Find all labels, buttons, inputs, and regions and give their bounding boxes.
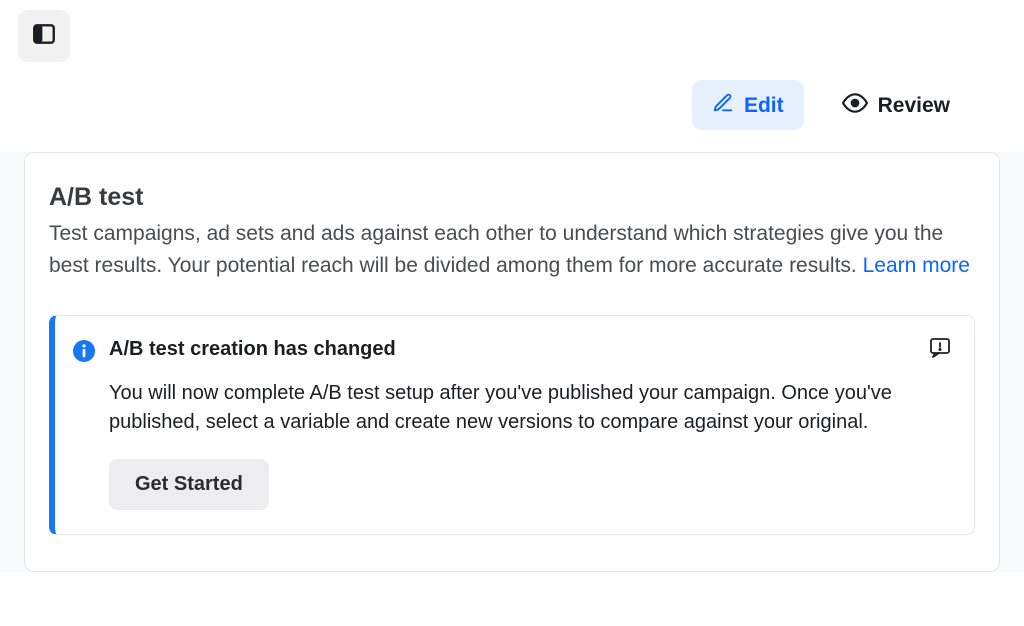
edit-tab[interactable]: Edit [692, 80, 804, 130]
ab-test-panel: A/B test Test campaigns, ad sets and ads… [24, 152, 1000, 572]
edit-label: Edit [744, 95, 784, 116]
section-title: A/B test [49, 183, 975, 212]
info-card: A/B test creation has changed You will n… [49, 315, 975, 535]
review-label: Review [878, 95, 950, 116]
get-started-button[interactable]: Get Started [109, 459, 269, 510]
review-tab[interactable]: Review [822, 78, 970, 132]
pencil-icon [712, 92, 734, 118]
panel-toggle-button[interactable] [18, 10, 70, 62]
info-card-body: You will now complete A/B test setup aft… [109, 379, 950, 437]
info-card-title: A/B test creation has changed [109, 338, 950, 361]
panel-icon [31, 21, 57, 52]
eye-icon [842, 90, 868, 120]
section-description-text: Test campaigns, ad sets and ads against … [49, 222, 943, 277]
learn-more-link[interactable]: Learn more [863, 254, 970, 277]
info-icon [73, 340, 95, 362]
feedback-icon[interactable] [928, 336, 952, 365]
section-description: Test campaigns, ad sets and ads against … [49, 218, 975, 281]
